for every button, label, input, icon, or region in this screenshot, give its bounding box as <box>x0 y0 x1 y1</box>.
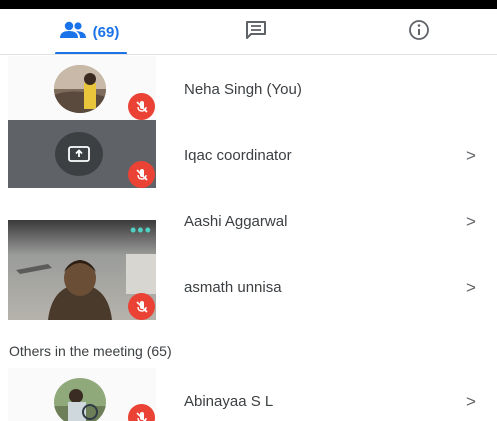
chevron-right-icon[interactable]: > <box>466 278 476 298</box>
participant-name: Iqac coordinator <box>184 147 292 164</box>
chevron-right-icon[interactable]: > <box>466 392 476 412</box>
chevron-right-icon[interactable]: > <box>466 146 476 166</box>
participant-tile <box>8 368 156 421</box>
participant-row[interactable]: Abinayaa S L > <box>0 368 497 421</box>
divider <box>0 54 497 55</box>
tab-info[interactable] <box>376 9 462 55</box>
avatar <box>54 378 106 421</box>
participant-tile <box>8 120 156 188</box>
people-count: (69) <box>92 23 120 41</box>
info-icon <box>408 19 430 46</box>
more-options-icon[interactable]: ••• <box>130 221 152 239</box>
status-bar <box>0 0 497 9</box>
participant-group: ••• Aashi Aggarwal > asmath unnisa > <box>0 188 497 320</box>
participants-tab-bar: (69) <box>0 9 497 55</box>
participant-name: Aashi Aggarwal <box>184 213 288 230</box>
mic-off-icon <box>128 161 155 188</box>
present-screen-icon <box>55 132 103 176</box>
tab-people[interactable]: (69) <box>46 9 132 55</box>
participant-row[interactable]: Neha Singh (You) <box>0 56 497 120</box>
people-icon <box>59 21 87 44</box>
mic-off-icon <box>128 93 155 120</box>
avatar <box>54 65 106 113</box>
tab-chat[interactable] <box>213 9 299 55</box>
chevron-right-icon[interactable]: > <box>466 212 476 232</box>
section-label-others: Others in the meeting (65) <box>9 343 172 359</box>
participant-tile <box>8 56 156 120</box>
participant-name: Neha Singh (You) <box>184 81 302 98</box>
participant-name: asmath unnisa <box>184 279 282 296</box>
mic-off-icon <box>128 404 155 421</box>
mic-off-icon <box>128 293 155 320</box>
chat-icon <box>245 20 267 45</box>
participant-row[interactable]: Iqac coordinator > <box>0 120 497 188</box>
participant-name: Abinayaa S L <box>184 393 274 410</box>
participant-video-tile: ••• <box>8 220 156 320</box>
